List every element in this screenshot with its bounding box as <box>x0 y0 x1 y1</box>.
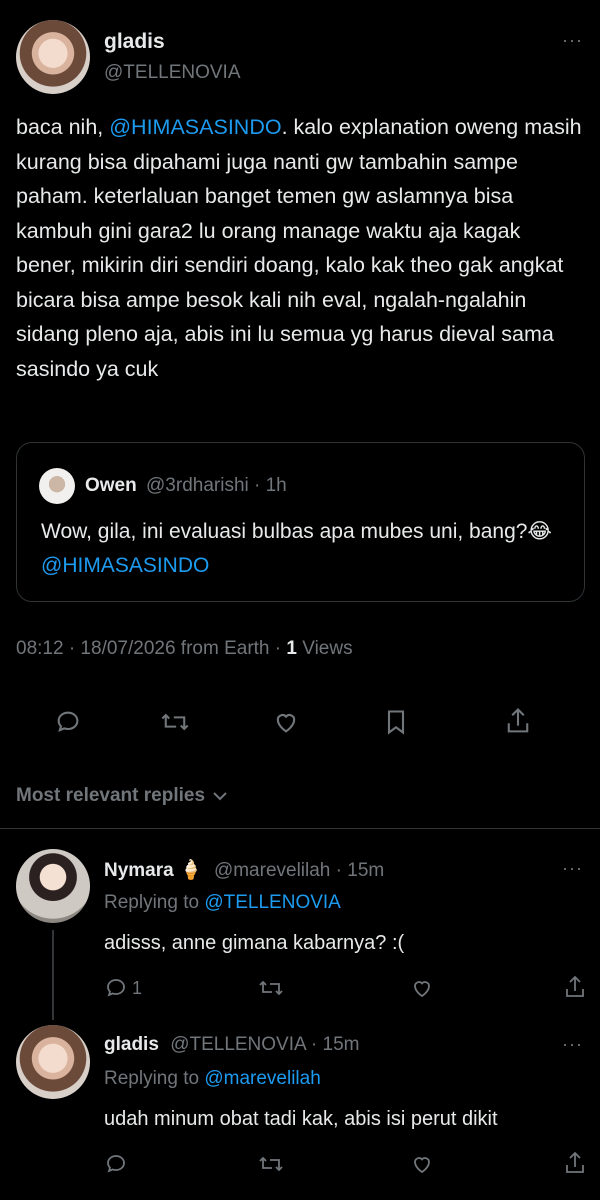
replying-to-link[interactable]: @TELLENOVIA <box>204 892 341 913</box>
more-options-icon[interactable]: ··· <box>562 1034 583 1055</box>
retweet-icon[interactable] <box>258 1152 284 1176</box>
reply-icon[interactable] <box>54 708 82 736</box>
author-handle[interactable]: @TELLENOVIA <box>104 62 241 84</box>
quote-mention-link[interactable]: @HIMASASINDO <box>41 554 209 577</box>
share-icon[interactable] <box>563 1150 587 1176</box>
replies-sort-button[interactable]: Most relevant replies <box>16 785 228 807</box>
reply-handle-time: @marevelilah · 15m <box>213 860 385 881</box>
retweet-icon[interactable] <box>258 976 284 1000</box>
more-options-icon[interactable]: ··· <box>562 30 583 51</box>
reply-header: gladis @TELLENOVIA · 15m <box>104 1034 359 1056</box>
bookmark-icon[interactable] <box>382 708 410 736</box>
share-icon[interactable] <box>563 974 587 1000</box>
replying-to: Replying to @marevelilah <box>104 1068 321 1090</box>
quote-author-name: Owen <box>85 475 137 496</box>
thread-line <box>52 930 54 1020</box>
reply-text: adisss, anne gimana kabarnya? :( <box>104 932 405 954</box>
tweet-meta: 08:12 · 18/07/2026 from Earth · 1 Views <box>16 638 353 660</box>
retweet-icon[interactable] <box>160 708 190 736</box>
tweet-text: baca nih, @HIMASASINDO. kalo explanation… <box>16 110 586 386</box>
reply-author-name[interactable]: gladis <box>104 1034 159 1055</box>
like-icon[interactable] <box>272 708 300 736</box>
views-count: 1 <box>286 638 297 659</box>
quote-handle-time: @3rdharishi · 1h <box>146 475 287 496</box>
reply-text: udah minum obat tadi kak, abis isi perut… <box>104 1108 498 1130</box>
like-icon[interactable] <box>410 1152 434 1176</box>
reply-author-name[interactable]: Nymara 🍦 <box>104 860 203 881</box>
reply-icon[interactable] <box>104 1152 128 1176</box>
reply-avatar[interactable] <box>16 849 90 923</box>
chevron-down-icon <box>213 792 228 801</box>
replying-to: Replying to @TELLENOVIA <box>104 892 341 914</box>
reply-icon[interactable]: 1 <box>104 976 142 1000</box>
quote-tweet-card[interactable]: Owen @3rdharishi · 1h Wow, gila, ini eva… <box>16 442 585 602</box>
replying-to-prefix: Replying to <box>104 1068 205 1089</box>
reply-handle-time: @TELLENOVIA · 15m <box>170 1034 360 1055</box>
quote-text-body: Wow, gila, ini evaluasi bulbas apa mubes… <box>41 520 552 543</box>
share-icon[interactable] <box>504 706 532 736</box>
reply-count: 1 <box>132 977 143 998</box>
reply-avatar[interactable] <box>16 1025 90 1099</box>
tweet-text-prefix: baca nih, <box>16 115 110 139</box>
mention-link[interactable]: @HIMASASINDO <box>109 115 281 139</box>
quote-text: Wow, gila, ini evaluasi bulbas apa mubes… <box>41 515 571 583</box>
reply-header: Nymara 🍦 @marevelilah · 15m <box>104 858 384 882</box>
quote-avatar <box>39 468 75 504</box>
divider <box>0 828 600 829</box>
tweet-timestamp: 08:12 · 18/07/2026 from Earth · <box>16 638 287 659</box>
tweet-text-suffix: . kalo explanation oweng masih kurang bi… <box>16 115 582 381</box>
replies-sort-label: Most relevant replies <box>16 785 206 806</box>
like-icon[interactable] <box>410 976 434 1000</box>
replying-to-prefix: Replying to <box>104 892 205 913</box>
avatar[interactable] <box>16 20 90 94</box>
author-name[interactable]: gladis <box>104 30 165 54</box>
replying-to-link[interactable]: @marevelilah <box>204 1068 320 1089</box>
more-options-icon[interactable]: ··· <box>562 858 583 879</box>
quote-header: Owen @3rdharishi · 1h <box>85 475 287 497</box>
views-label: Views <box>296 638 353 659</box>
